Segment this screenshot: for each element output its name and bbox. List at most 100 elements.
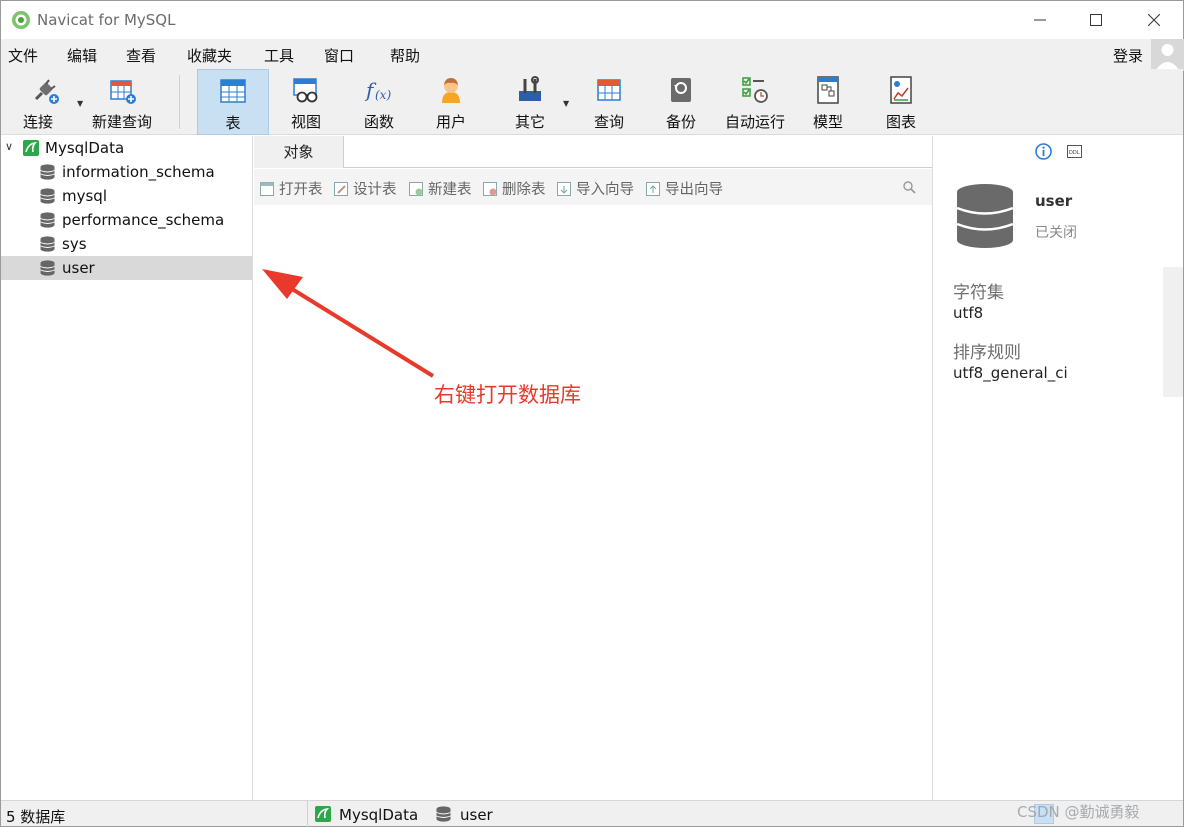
view-label: 视图 bbox=[290, 113, 321, 131]
database-icon bbox=[436, 806, 451, 822]
tree-item-label: mysql bbox=[62, 187, 107, 205]
main-toolbar: 连接 ▼ 新建查询 表 视图 f (x) 函数 用户 其它 ▼ 查询 备份 自动… bbox=[1, 69, 1183, 135]
automation-label: 自动运行 bbox=[724, 113, 785, 131]
toolbar-query-button[interactable]: 查询 bbox=[573, 69, 645, 135]
info-icon[interactable] bbox=[1035, 143, 1052, 160]
svg-text:DDL: DDL bbox=[1069, 150, 1080, 156]
tree-item-mysql[interactable]: mysql bbox=[1, 184, 252, 208]
avatar-icon bbox=[1155, 44, 1180, 71]
other-dropdown-icon[interactable]: ▼ bbox=[563, 99, 569, 108]
tree-item-sys[interactable]: sys bbox=[1, 232, 252, 256]
backup-label: 备份 bbox=[665, 113, 696, 131]
navicat-logo-icon bbox=[12, 11, 30, 29]
login-link[interactable]: 登录 bbox=[1113, 45, 1143, 66]
connect-button[interactable]: 连接 bbox=[7, 69, 83, 135]
connection-node[interactable]: ∨ MysqlData bbox=[1, 136, 252, 160]
object-list[interactable] bbox=[254, 205, 932, 800]
new-table-icon bbox=[409, 182, 423, 196]
menu-file[interactable]: 文件 bbox=[8, 45, 38, 66]
toolbar-function-button[interactable]: f (x) 函数 bbox=[343, 69, 415, 135]
watermark: CSDN @勤诚勇毅 bbox=[1017, 803, 1140, 821]
tree-item-label: performance_schema bbox=[62, 211, 225, 229]
plug-icon bbox=[34, 79, 59, 104]
charset-value: utf8 bbox=[953, 304, 984, 322]
tree-item-information-schema[interactable]: information_schema bbox=[1, 160, 252, 184]
other-label: 其它 bbox=[514, 113, 545, 131]
object-tabs: 对象 bbox=[254, 136, 932, 168]
function-icon: f (x) bbox=[364, 78, 391, 102]
status-separator bbox=[307, 801, 308, 827]
export-wizard-button[interactable]: 导出向导 bbox=[646, 178, 723, 198]
toolbar-separator bbox=[179, 75, 180, 129]
new-table-button[interactable]: 新建表 bbox=[409, 178, 472, 198]
ddl-icon[interactable]: DDL bbox=[1067, 144, 1082, 159]
toolbar-view-button[interactable]: 视图 bbox=[271, 69, 341, 135]
user-label: 用户 bbox=[435, 113, 466, 131]
tree-item-label: sys bbox=[62, 235, 87, 253]
menu-window[interactable]: 窗口 bbox=[324, 45, 354, 66]
tab-objects[interactable]: 对象 bbox=[254, 136, 343, 168]
info-database-name: user bbox=[1035, 192, 1073, 210]
annotation-text: 右键打开数据库 bbox=[434, 383, 581, 407]
menu-edit[interactable]: 编辑 bbox=[67, 45, 97, 66]
tools-icon bbox=[519, 76, 541, 101]
delete-table-icon bbox=[483, 182, 497, 196]
detail-view-button[interactable] bbox=[1157, 804, 1177, 824]
database-icon bbox=[40, 236, 55, 252]
status-database: user bbox=[460, 806, 493, 824]
menu-favorites[interactable]: 收藏夹 bbox=[187, 45, 232, 66]
tree-item-label: information_schema bbox=[62, 163, 215, 181]
new-table-label: 新建表 bbox=[428, 182, 472, 198]
minimize-icon bbox=[1034, 19, 1046, 21]
export-wizard-label: 导出向导 bbox=[665, 182, 723, 198]
export-icon bbox=[646, 182, 660, 196]
toolbar-chart-button[interactable]: 图表 bbox=[865, 69, 937, 135]
model-icon bbox=[817, 76, 839, 104]
tree-item-performance-schema[interactable]: performance_schema bbox=[1, 208, 252, 232]
toolbar-other-button[interactable]: 其它 bbox=[494, 69, 566, 135]
open-table-label: 打开表 bbox=[279, 182, 323, 198]
user-icon bbox=[442, 78, 460, 103]
backup-icon bbox=[671, 78, 691, 102]
open-table-button[interactable]: 打开表 bbox=[260, 178, 323, 198]
query-icon bbox=[597, 79, 621, 101]
minimize-button[interactable] bbox=[1011, 1, 1069, 39]
mysql-connection-icon bbox=[23, 140, 39, 156]
design-table-icon bbox=[334, 182, 348, 196]
table-icon bbox=[220, 79, 246, 103]
navicat-window: Navicat for MySQL 文件 编辑 查看 收藏夹 工具 窗口 帮助 … bbox=[0, 0, 1184, 827]
new-query-icon bbox=[110, 80, 136, 104]
toolbar-table-button[interactable]: 表 bbox=[197, 69, 269, 135]
menu-tools[interactable]: 工具 bbox=[264, 45, 294, 66]
connection-label: MysqlData bbox=[45, 139, 125, 157]
close-button[interactable] bbox=[1125, 1, 1183, 39]
menu-help[interactable]: 帮助 bbox=[390, 45, 420, 66]
chevron-down-icon[interactable]: ∨ bbox=[5, 140, 13, 153]
search-icon[interactable] bbox=[903, 181, 916, 194]
database-icon bbox=[40, 260, 55, 276]
open-table-icon bbox=[260, 182, 274, 196]
info-scrollbar[interactable] bbox=[1163, 267, 1183, 397]
connect-dropdown-icon[interactable]: ▼ bbox=[77, 99, 83, 108]
import-wizard-button[interactable]: 导入向导 bbox=[557, 178, 634, 198]
toolbar-user-button[interactable]: 用户 bbox=[415, 69, 487, 135]
user-avatar[interactable] bbox=[1151, 39, 1184, 71]
tab-strip-empty bbox=[343, 136, 932, 167]
maximize-button[interactable] bbox=[1067, 1, 1125, 39]
menu-view[interactable]: 查看 bbox=[126, 45, 156, 66]
new-query-button[interactable]: 新建查询 bbox=[89, 69, 155, 135]
maximize-icon bbox=[1090, 14, 1102, 26]
table-label: 表 bbox=[225, 114, 241, 132]
toolbar-model-button[interactable]: 模型 bbox=[792, 69, 864, 135]
database-icon bbox=[40, 188, 55, 204]
tree-item-user[interactable]: user bbox=[1, 256, 252, 280]
delete-table-label: 删除表 bbox=[502, 182, 546, 198]
design-table-button[interactable]: 设计表 bbox=[334, 178, 397, 198]
toolbar-backup-button[interactable]: 备份 bbox=[645, 69, 717, 135]
delete-table-button[interactable]: 删除表 bbox=[483, 178, 546, 198]
object-pane: 对象 打开表 设计表 新建表 删除表 导入向导 导出向导 bbox=[254, 136, 932, 800]
info-database-status: 已关闭 bbox=[1035, 225, 1077, 241]
collation-value: utf8_general_ci bbox=[953, 364, 1068, 382]
window-title: Navicat for MySQL bbox=[37, 11, 176, 29]
toolbar-automation-button[interactable]: 自动运行 bbox=[719, 69, 791, 135]
